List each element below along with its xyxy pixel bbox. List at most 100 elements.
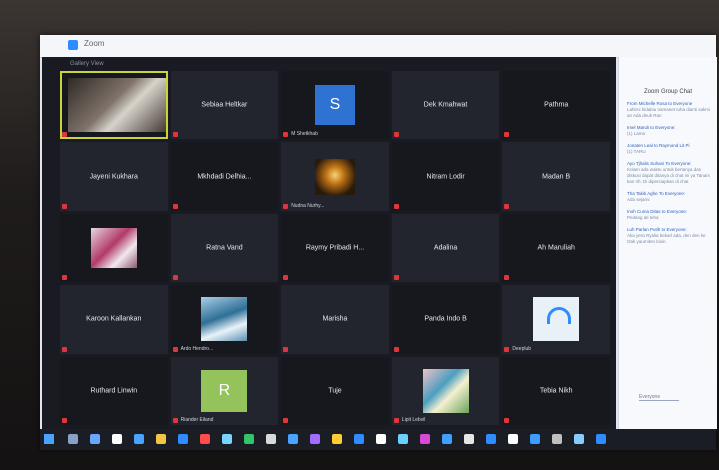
mic-muted-icon [172, 346, 178, 352]
mic-muted-icon [504, 418, 510, 423]
view-label[interactable]: Gallery View [70, 61, 104, 67]
chat-message: Jonaten Leal to Raymond Lit Pi (1) TARU [627, 143, 711, 155]
mic-muted-icon [62, 418, 67, 423]
participant-tile[interactable]: S M Shetkhab [281, 71, 389, 140]
meeting-area: Gallery View Sebiaa Heltkar S M Shetkhab De… [42, 57, 616, 429]
taskbar-app-icon[interactable] [464, 434, 474, 444]
mic-muted-icon [283, 418, 289, 423]
participant-tile[interactable]: Pathma [502, 71, 610, 140]
participant-tile[interactable]: Mkhdadi Delhia... [170, 142, 279, 211]
taskbar-app-icon[interactable] [178, 434, 188, 444]
taskbar-app-icon[interactable] [486, 434, 496, 444]
mic-muted-icon [172, 132, 178, 138]
participant-name: Tuje [328, 387, 342, 395]
taskbar-app-icon[interactable] [398, 434, 408, 444]
mic-muted-icon [62, 132, 67, 138]
taskbar-app-icon[interactable] [376, 434, 386, 444]
participant-name: Pathma [544, 101, 569, 109]
taskbar-app-icon[interactable] [552, 434, 562, 444]
participant-tile[interactable]: Raymy Pribadi H... [281, 213, 389, 283]
taskbar-app-icon[interactable] [508, 434, 518, 444]
chat-text: Lahirni hidabiu namanet tuha dianti sakm… [627, 107, 711, 118]
taskbar-app-icon[interactable] [244, 434, 254, 444]
taskbar-app-icon[interactable] [596, 434, 606, 444]
chat-text: Aka yera Ryalia bekarl ada, den den ke O… [627, 233, 706, 244]
participant-tile[interactable]: Ah Maruliah [502, 213, 610, 283]
mic-muted-icon [283, 132, 289, 138]
participant-name: Karoon Kallankan [86, 315, 142, 323]
chat-text: (1) Lama [627, 131, 646, 136]
taskbar-app-icon[interactable] [442, 434, 452, 444]
participant-video [68, 78, 166, 133]
participant-tile[interactable]: Nitram Lodir [391, 142, 500, 211]
chat-recipient[interactable]: Everyone [639, 394, 679, 401]
participant-video: R [201, 369, 248, 412]
taskbar-app-icon[interactable] [156, 434, 166, 444]
taskbar-app-icon[interactable] [420, 434, 430, 444]
participant-name: Dek Kmahwat [423, 101, 468, 109]
taskbar-app-icon[interactable] [266, 434, 276, 444]
participant-tile[interactable]: Dek Kmahwat [391, 71, 500, 140]
participant-name: Ratna Vand [206, 244, 243, 252]
mic-muted-icon [393, 132, 399, 138]
participant-name: Nitram Lodir [426, 173, 465, 181]
taskbar-app-icon[interactable] [90, 434, 100, 444]
participant-name: Tebia Nikh [539, 387, 573, 395]
participant-name: Raymy Pribadi H... [305, 244, 365, 252]
participant-tile[interactable] [60, 213, 168, 283]
window-title: Zoom [84, 39, 105, 48]
participant-tile[interactable]: Ratna Vand [170, 213, 279, 283]
participant-tile[interactable]: Panda Indo B [391, 285, 500, 354]
chat-message: Inoh Cuma Ditas to Everyone: Pedang ati t… [627, 209, 711, 221]
participant-tile[interactable] [60, 71, 168, 140]
chat-text: Kolam ada waktu untuk bertanya dan disku… [627, 167, 710, 184]
taskbar-app-icon[interactable] [200, 434, 210, 444]
taskbar-app-icon[interactable] [354, 434, 364, 444]
mic-muted-icon [62, 346, 67, 352]
participant-tile[interactable]: Lipit Lebvil [391, 356, 500, 425]
mic-muted-icon [393, 275, 399, 281]
window-titlebar: Zoom [40, 35, 716, 58]
participant-tile[interactable]: Karoon Kallankan [60, 285, 168, 354]
participant-caption: Deeplub [512, 345, 532, 352]
taskbar-app-icon[interactable] [310, 434, 320, 444]
mic-muted-icon [62, 275, 67, 281]
taskbar-app-icon[interactable] [332, 434, 342, 444]
taskbar-app-icon[interactable] [222, 434, 232, 444]
participant-tile[interactable]: Tebia Nikh [502, 356, 610, 425]
participant-tile[interactable]: Adalina [391, 213, 500, 283]
chat-text: Pedang ati teha [627, 215, 659, 220]
chat-messages: From Michelle Rosa to Everyone Lahirni hi… [619, 101, 717, 245]
chat-text: Ada sejarni [627, 197, 650, 202]
participant-tile[interactable]: Sebiaa Heltkar [170, 71, 279, 140]
participant-tile[interactable]: Deeplub [502, 285, 610, 354]
taskbar-app-icon[interactable] [574, 434, 584, 444]
mic-muted-icon [393, 346, 399, 352]
mic-muted-icon [62, 203, 67, 209]
taskbar-app-icon[interactable] [530, 434, 540, 444]
participant-caption: Ardo Hendro... [180, 345, 214, 352]
taskbar-app-icon[interactable] [134, 434, 144, 444]
taskbar-app-icon[interactable] [288, 434, 298, 444]
participant-tile[interactable]: Ruthard Linwin [60, 356, 168, 425]
taskbar-app-icon[interactable] [112, 434, 122, 444]
participant-grid: Sebiaa Heltkar S M Shetkhab Dek Kmahwat Path… [60, 71, 610, 425]
monitor-screen: Zoom Gallery View Sebiaa Heltkar S M Shetk… [40, 35, 717, 450]
participant-tile[interactable]: Nudna Nurhy... [281, 142, 389, 211]
participant-caption: Lipit Lebvil [401, 417, 426, 423]
participant-tile[interactable]: Marisha [281, 285, 389, 354]
mic-muted-icon [393, 203, 399, 209]
mic-muted-icon [504, 275, 510, 281]
mic-muted-icon [393, 418, 399, 423]
participant-tile[interactable]: Tuje [281, 356, 389, 425]
participant-tile[interactable]: Madan B [502, 142, 610, 211]
mic-muted-icon [504, 132, 510, 138]
participant-name: Mkhdadi Delhia... [197, 173, 252, 181]
participant-tile[interactable]: Ardo Hendro... [170, 285, 279, 354]
participant-tile[interactable]: Jayeni Kukhara [60, 142, 168, 211]
start-icon[interactable] [44, 434, 54, 444]
participant-tile[interactable]: R Riander Eiland [170, 356, 279, 425]
taskbar-app-icon[interactable] [68, 434, 78, 444]
mic-muted-icon [283, 203, 289, 209]
participant-video [533, 297, 580, 342]
